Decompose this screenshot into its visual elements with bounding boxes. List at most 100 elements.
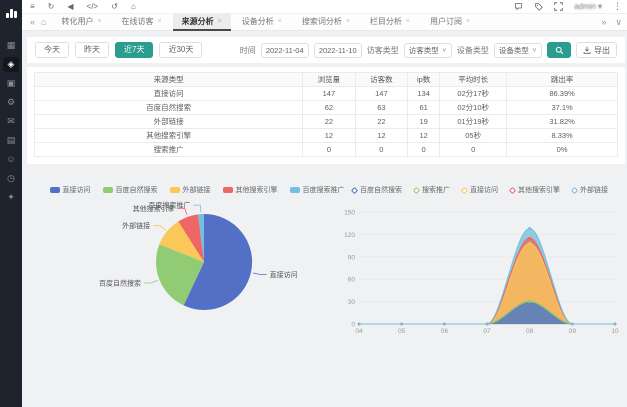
search-button[interactable]	[547, 42, 571, 58]
export-button[interactable]: 导出	[576, 42, 617, 58]
nav-media-icon[interactable]: ▣	[3, 76, 19, 91]
data-point[interactable]	[528, 242, 531, 245]
area-series	[359, 302, 615, 324]
column-header: 来源类型	[35, 73, 303, 87]
top-toolbar: ≡ ↻ ◀ </> ↺ ⌂ admin ▾ ⋮	[22, 0, 627, 14]
refresh-icon[interactable]: ↻	[48, 0, 55, 14]
legend-label: 外部链接	[580, 185, 608, 195]
table-cell: 12	[355, 129, 407, 143]
area-series	[359, 243, 615, 324]
comment-icon[interactable]	[514, 2, 523, 11]
tab[interactable]: 在线访客×	[113, 14, 171, 31]
user-menu[interactable]: admin ▾	[574, 2, 602, 11]
start-date-input[interactable]	[261, 43, 309, 58]
legend-item[interactable]: 外部链接	[572, 185, 608, 195]
column-header: 访客数	[355, 73, 407, 87]
end-date-input[interactable]	[314, 43, 362, 58]
data-point[interactable]	[358, 323, 361, 326]
tab-label: 来源分析	[182, 16, 214, 27]
data-point[interactable]	[486, 323, 489, 326]
tab[interactable]: 搜索词分析×	[293, 14, 359, 31]
tabs-expand-icon[interactable]: »	[601, 17, 606, 28]
quick-range-button[interactable]: 近7天	[115, 42, 153, 58]
data-point[interactable]	[400, 323, 403, 326]
search-icon	[555, 46, 564, 55]
nav-analytics-icon[interactable]: ◈	[3, 57, 19, 72]
tab-close-icon[interactable]: ×	[278, 18, 282, 25]
nav-user-icon[interactable]: ☺	[3, 152, 19, 167]
tabs-collapse-icon[interactable]: «	[30, 17, 35, 27]
app-logo-icon[interactable]	[0, 0, 22, 24]
home-icon[interactable]: ⌂	[131, 0, 136, 14]
table-cell: 8.33%	[507, 129, 618, 143]
tab-list: 转化用户×在线访客×来源分析×设备分析×搜索词分析×栏目分析×用户订阅×	[52, 14, 595, 31]
data-point[interactable]	[528, 237, 531, 240]
pie-legend: 直接访问百度自然搜索外部链接其他搜索引擎百度搜索推广	[59, 184, 335, 196]
table-row[interactable]: 外部链接22221901分19秒31.82%	[35, 115, 618, 129]
toolbar-left-icons: ≡ ↻ ◀ </> ↺ ⌂	[30, 0, 136, 14]
table-cell: 直接访问	[35, 87, 303, 101]
quick-range-group: 今天昨天近7天近30天	[35, 42, 202, 58]
menu-icon[interactable]: ≡	[30, 0, 35, 14]
area-series	[359, 238, 615, 324]
table-cell: 31.82%	[507, 115, 618, 129]
table-row[interactable]: 其他搜索引擎12121205秒8.33%	[35, 129, 618, 143]
table-row[interactable]: 百度自然搜索62636102分10秒37.1%	[35, 101, 618, 115]
data-point[interactable]	[614, 323, 617, 326]
tab-close-icon[interactable]: ×	[346, 18, 350, 25]
legend-item[interactable]: 外部链接	[170, 185, 211, 195]
nav-report-icon[interactable]: ▤	[3, 133, 19, 148]
fullscreen-icon[interactable]	[554, 2, 563, 11]
legend-item[interactable]: 搜索推广	[414, 185, 450, 195]
legend-item[interactable]: 百度自然搜索	[352, 185, 402, 195]
table-cell: 62	[303, 101, 355, 115]
tab-close-icon[interactable]: ×	[218, 18, 222, 25]
data-point[interactable]	[528, 300, 531, 303]
tab[interactable]: 设备分析×	[233, 14, 291, 31]
table-row[interactable]: 直接访问14714713402分17秒86.39%	[35, 87, 618, 101]
more-menu-icon[interactable]: ⋮	[613, 1, 622, 12]
share-icon[interactable]: ◀	[67, 0, 73, 14]
legend-item[interactable]: 其他搜索引擎	[510, 185, 560, 195]
quick-range-button[interactable]: 今天	[35, 42, 69, 58]
legend-item[interactable]: 直接访问	[462, 185, 498, 195]
quick-range-button[interactable]: 近30天	[159, 42, 202, 58]
data-point[interactable]	[528, 227, 531, 230]
quick-range-button[interactable]: 昨天	[75, 42, 109, 58]
tab[interactable]: 来源分析 ×	[173, 14, 231, 31]
tab-close-icon[interactable]: ×	[158, 18, 162, 25]
svg-text:04: 04	[355, 328, 363, 335]
tab[interactable]: 用户订阅×	[421, 14, 479, 31]
nav-tools-icon[interactable]: ✦	[3, 190, 19, 205]
tab[interactable]: 转化用户×	[52, 14, 110, 31]
tab-close-icon[interactable]: ×	[466, 18, 470, 25]
table-cell: 19	[408, 115, 440, 129]
home-tab-icon[interactable]: ⌂	[41, 17, 46, 27]
nav-history-icon[interactable]: ◷	[3, 171, 19, 186]
tab[interactable]: 栏目分析×	[361, 14, 419, 31]
table-cell: 其他搜索引擎	[35, 129, 303, 143]
chevron-down-icon: ▾	[598, 2, 602, 11]
table-row[interactable]: 搜索推广00000%	[35, 143, 618, 157]
tabs-dropdown-icon[interactable]: ∨	[615, 17, 622, 28]
table-cell: 02分10秒	[440, 101, 507, 115]
data-point[interactable]	[571, 323, 574, 326]
nav-settings-icon[interactable]: ⚙	[3, 95, 19, 110]
legend-item[interactable]: 直接访问	[50, 185, 91, 195]
page-content: 今天昨天近7天近30天 时间 访客类型 访客类型 ∨ 设备类型 设备类型 ∨	[22, 31, 627, 407]
tab-close-icon[interactable]: ×	[97, 18, 101, 25]
nav-message-icon[interactable]: ✉	[3, 114, 19, 129]
visitor-type-select[interactable]: 访客类型 ∨	[404, 43, 452, 58]
legend-item[interactable]: 其他搜索引擎	[223, 185, 278, 195]
device-type-select[interactable]: 设备类型 ∨	[494, 43, 542, 58]
code-icon[interactable]: </>	[87, 0, 99, 14]
legend-item[interactable]: 百度自然搜索	[103, 185, 158, 195]
data-point[interactable]	[443, 323, 446, 326]
svg-text:08: 08	[526, 328, 534, 335]
tag-icon[interactable]	[534, 2, 543, 11]
tab-close-icon[interactable]: ×	[406, 18, 410, 25]
sync-icon[interactable]: ↺	[111, 0, 118, 14]
nav-dashboard-icon[interactable]: ▦	[3, 38, 19, 53]
filter-bar: 今天昨天近7天近30天 时间 访客类型 访客类型 ∨ 设备类型 设备类型 ∨	[27, 37, 625, 63]
table-cell: 01分19秒	[440, 115, 507, 129]
